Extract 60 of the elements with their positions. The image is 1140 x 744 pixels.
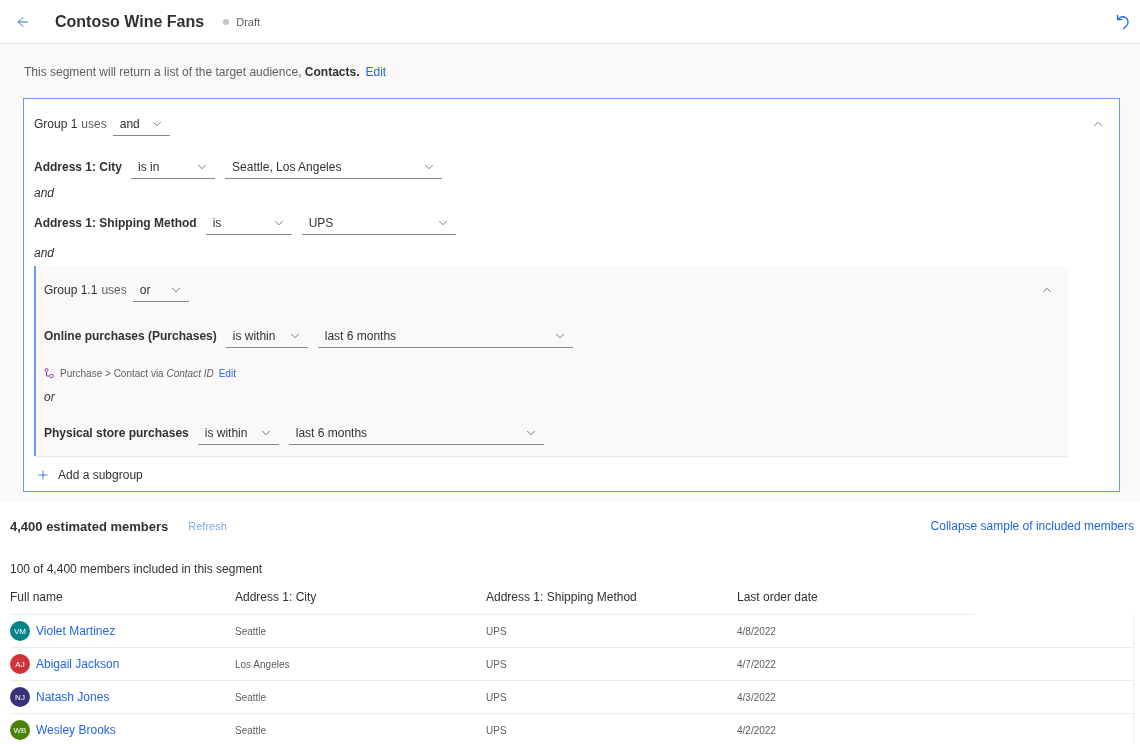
table-cell: Seattle xyxy=(235,724,267,736)
attribute-label: Address 1: Shipping Method xyxy=(34,216,197,230)
group-label: Group 1 xyxy=(34,117,78,131)
status-dot-icon xyxy=(223,18,230,25)
members-summary: 100 of 4,400 members included in this segment xyxy=(10,561,263,577)
value-dropdown[interactable]: last 6 months xyxy=(288,421,544,445)
estimated-members-count: 4,400 estimated members xyxy=(10,518,169,534)
table-cell: Los Angeles xyxy=(235,658,290,670)
attribute-label: Online purchases (Purchases) xyxy=(44,329,217,343)
uses-label: uses xyxy=(101,283,127,297)
plus-icon xyxy=(36,468,50,482)
operator-dropdown[interactable]: is within xyxy=(197,421,279,445)
table-cell: UPS xyxy=(486,658,507,670)
avatar-initials: WB xyxy=(10,720,30,740)
column-header[interactable]: Address 1: City xyxy=(235,589,317,604)
logic-connector: and xyxy=(34,185,55,202)
table-cell: Seattle xyxy=(235,691,267,703)
table-cell: Seattle xyxy=(235,625,267,637)
value-dropdown[interactable]: Seattle, Los Angeles xyxy=(225,155,443,179)
attribute-label: Physical store purchases xyxy=(44,426,189,440)
contact-name-link[interactable]: Natash Jones xyxy=(36,690,110,704)
status-text: Draft xyxy=(236,15,261,28)
operator-dropdown[interactable]: is in xyxy=(131,155,216,179)
relationship-icon xyxy=(44,367,54,379)
logic-dropdown[interactable]: or xyxy=(132,278,189,302)
undo-button[interactable] xyxy=(1114,12,1132,31)
uses-label: uses xyxy=(81,117,107,131)
value-dropdown[interactable]: last 6 months xyxy=(317,324,573,348)
attribute-label: Address 1: City xyxy=(34,160,123,174)
relationship-path: Purchase > Contact via Contact ID xyxy=(60,367,214,379)
group-label: Group 1.1 xyxy=(44,283,98,297)
avatar-initials: NJ xyxy=(10,687,30,707)
avatar-initials: AJ xyxy=(10,654,30,674)
undo-icon xyxy=(1116,13,1130,30)
column-header[interactable]: Last order date xyxy=(737,589,818,604)
column-header[interactable]: Address 1: Shipping Method xyxy=(486,589,637,604)
operator-dropdown[interactable]: is xyxy=(205,211,292,235)
logic-dropdown[interactable]: and xyxy=(112,112,170,136)
table-cell: 4/2/2022 xyxy=(737,724,776,736)
operator-dropdown[interactable]: is within xyxy=(225,324,308,348)
table-cell: UPS xyxy=(486,625,507,637)
logic-connector: or xyxy=(44,389,55,406)
avatar-initials: VM xyxy=(10,621,30,641)
description-text: This segment will return a list of the target audience, Contacts. xyxy=(24,65,360,79)
table-cell: UPS xyxy=(486,724,507,736)
table-cell: 4/7/2022 xyxy=(737,658,776,670)
segment-title: Contoso Wine Fans xyxy=(55,12,205,31)
table-cell: 4/3/2022 xyxy=(737,691,776,703)
contact-name-link[interactable]: Abigail Jackson xyxy=(36,657,120,671)
table-cell: 4/8/2022 xyxy=(737,625,776,637)
table-cell: UPS xyxy=(486,691,507,703)
logic-connector: and xyxy=(34,245,55,262)
add-subgroup-button[interactable]: Add a subgroup xyxy=(34,464,143,486)
contact-name-link[interactable]: Wesley Brooks xyxy=(36,723,116,737)
collapse-sample-link[interactable]: Collapse sample of included members xyxy=(930,519,1134,533)
edit-link[interactable]: Edit xyxy=(218,367,236,379)
edit-link[interactable]: Edit xyxy=(365,65,387,79)
value-dropdown[interactable]: UPS xyxy=(301,211,456,235)
column-header[interactable]: Full name xyxy=(10,589,63,604)
contact-name-link[interactable]: Violet Martinez xyxy=(36,624,116,638)
